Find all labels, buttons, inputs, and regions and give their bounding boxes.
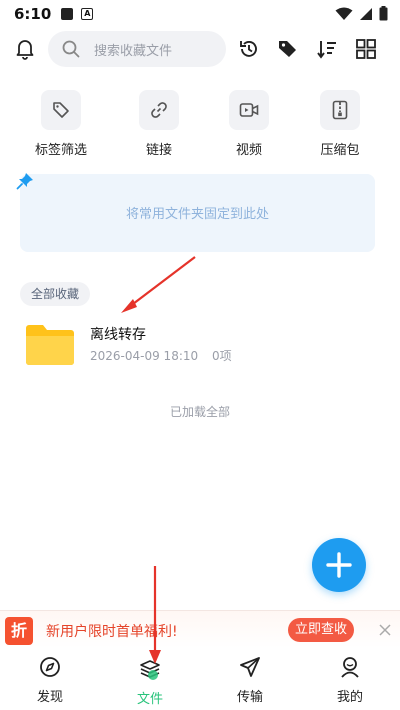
link-icon — [151, 102, 167, 118]
category-label: 链接 — [145, 143, 172, 158]
send-icon — [240, 657, 260, 677]
history-icon[interactable] — [238, 38, 260, 64]
search-icon — [62, 40, 80, 62]
tag-outline-icon — [53, 102, 69, 118]
folder-date: 2026-04-09 18:10 — [90, 349, 199, 363]
link-tile — [139, 90, 179, 130]
tab-label: 文件 — [136, 692, 163, 707]
claim-now-button[interactable]: 立即查收 — [288, 618, 354, 642]
folder-row[interactable]: 离线转存 2026-04-09 18:10 0项 — [20, 318, 380, 374]
promo-banner[interactable]: 折 新用户限时首单福利! 立即查收 — [0, 610, 400, 648]
files-stack-icon — [140, 660, 160, 680]
discount-badge-icon: 折 — [5, 617, 33, 645]
category-shortcuts: 标签筛选 链接 视频 压缩包 — [0, 90, 400, 160]
pinned-hint: 将常用文件夹固定到此处 — [125, 207, 269, 222]
status-right — [335, 6, 388, 21]
close-icon[interactable] — [378, 622, 392, 641]
compass-icon — [40, 657, 60, 677]
pinned-folders-area[interactable]: 将常用文件夹固定到此处 — [20, 174, 375, 252]
wifi-icon — [335, 7, 353, 20]
bottom-tab-bar: 发现 文件 传输 我的 — [0, 650, 400, 710]
folder-meta: 2026-04-09 18:10 0项 — [90, 347, 242, 364]
category-label: 压缩包 — [320, 143, 360, 158]
folder-icon — [25, 324, 75, 370]
pin-icon — [16, 172, 34, 194]
all-favorites-chip[interactable]: 全部收藏 — [20, 282, 91, 306]
notification-square-icon — [61, 8, 74, 20]
sort-icon[interactable] — [316, 38, 338, 64]
status-bar: 6:10 A — [0, 0, 400, 28]
category-tag-filter[interactable]: 标签筛选 — [21, 90, 101, 158]
bell-icon[interactable] — [15, 38, 35, 64]
video-icon — [239, 103, 259, 117]
annotation-arrowhead-folder — [121, 299, 137, 313]
category-label: 标签筛选 — [34, 143, 87, 158]
tab-mine[interactable]: 我的 — [310, 656, 390, 705]
annotation-arrow-to-folder — [128, 256, 196, 308]
category-label: 视频 — [235, 143, 262, 158]
search-placeholder: 搜索收藏文件 — [94, 44, 173, 59]
promo-text: 新用户限时首单福利! — [46, 624, 178, 640]
profile-icon — [341, 657, 359, 678]
tab-label: 我的 — [336, 690, 363, 705]
zip-tile — [320, 90, 360, 130]
tag-filter-tile — [41, 90, 81, 130]
category-zip[interactable]: 压缩包 — [300, 90, 380, 158]
category-link[interactable]: 链接 — [119, 90, 199, 158]
folder-count: 0项 — [211, 349, 232, 363]
a-notification-icon: A — [81, 8, 94, 20]
add-button[interactable] — [312, 538, 366, 592]
video-tile — [229, 90, 269, 130]
battery-icon — [379, 6, 388, 21]
tab-discover[interactable]: 发现 — [10, 656, 90, 705]
folder-name: 离线转存 — [90, 327, 146, 343]
tab-transfer[interactable]: 传输 — [210, 656, 290, 705]
tab-label: 传输 — [236, 690, 263, 705]
all-loaded-text: 已加载全部 — [169, 405, 230, 419]
tab-label: 发现 — [36, 690, 63, 705]
zip-icon — [332, 100, 348, 120]
grid-view-icon[interactable] — [355, 38, 377, 64]
tag-icon[interactable] — [277, 38, 299, 64]
category-video[interactable]: 视频 — [209, 90, 289, 158]
top-bar: 搜索收藏文件 — [0, 30, 400, 68]
search-input[interactable]: 搜索收藏文件 — [48, 31, 226, 67]
status-time: 6:10 — [14, 5, 52, 23]
signal-icon — [360, 7, 372, 20]
tab-files[interactable]: 文件 — [110, 656, 190, 707]
plus-icon — [326, 552, 352, 578]
